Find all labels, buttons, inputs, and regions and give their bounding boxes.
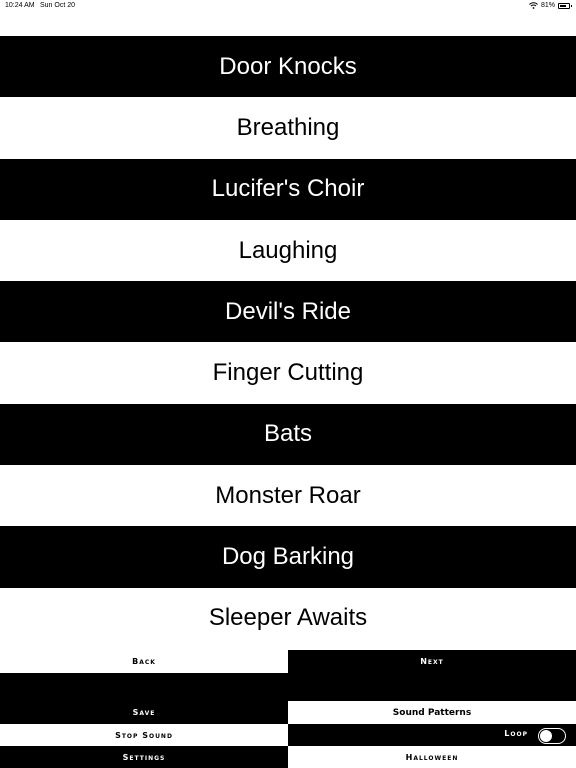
sound-list: Door Knocks Breathing Lucifer's Choir La… xyxy=(0,36,576,649)
spacer-bar xyxy=(0,673,576,701)
settings-button[interactable]: Settings xyxy=(0,746,288,768)
sound-button-laughing[interactable]: Laughing xyxy=(0,219,576,282)
status-date: Sun Oct 20 xyxy=(40,2,76,9)
sound-button-sleeper-awaits[interactable]: Sleeper Awaits xyxy=(0,587,576,649)
status-time: 10:24 AM xyxy=(5,2,35,9)
loop-label: Loop xyxy=(504,729,528,738)
save-button[interactable]: Save xyxy=(0,701,288,724)
halloween-button[interactable]: Halloween xyxy=(288,746,576,768)
sound-patterns-button[interactable]: Sound Patterns xyxy=(288,701,576,724)
battery-percent: 81% xyxy=(540,2,555,9)
sound-button-finger-cutting[interactable]: Finger Cutting xyxy=(0,342,576,404)
sound-button-lucifers-choir[interactable]: Lucifer's Choir xyxy=(0,158,576,220)
status-bar: 10:24 AM Sun Oct 20 81% xyxy=(0,0,576,14)
wifi-icon xyxy=(529,2,538,9)
sound-button-devils-ride[interactable]: Devil's Ride xyxy=(0,281,576,343)
stop-sound-button[interactable]: Stop Sound xyxy=(0,724,288,746)
battery-level xyxy=(560,4,567,7)
sound-button-bats[interactable]: Bats xyxy=(0,403,576,466)
battery-tip xyxy=(570,4,572,7)
status-indicators: 81% xyxy=(529,2,572,9)
sound-button-breathing[interactable]: Breathing xyxy=(0,97,576,159)
next-button[interactable]: Next xyxy=(288,650,576,673)
back-button[interactable]: Back xyxy=(0,650,288,673)
loop-row: Loop xyxy=(288,724,576,746)
sound-button-dog-barking[interactable]: Dog Barking xyxy=(0,526,576,588)
loop-toggle-knob xyxy=(540,730,552,742)
loop-toggle[interactable] xyxy=(538,728,566,744)
sound-button-monster-roar[interactable]: Monster Roar xyxy=(0,465,576,527)
sound-button-door-knocks[interactable]: Door Knocks xyxy=(0,36,576,98)
battery-icon xyxy=(558,2,572,9)
